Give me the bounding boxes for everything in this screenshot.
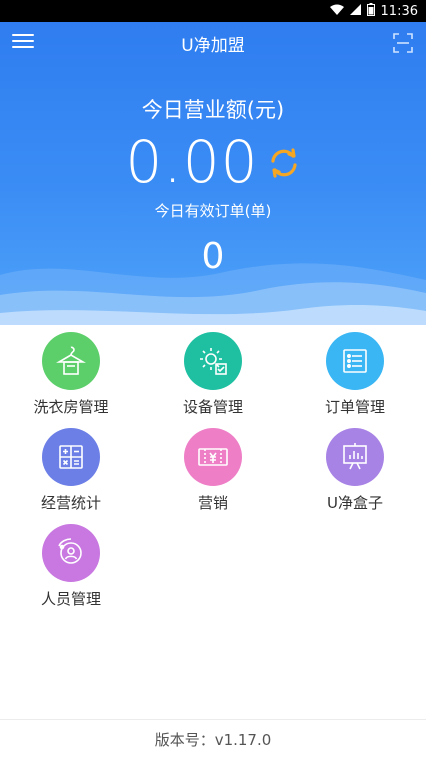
status-time: 11:36 [380,3,418,19]
scan-icon[interactable] [393,33,413,53]
menu-icon[interactable] [12,31,34,51]
refresh-icon[interactable] [267,146,301,184]
laundry-management-item[interactable]: 洗衣房管理 [0,325,142,421]
status-bar: 11:36 [0,0,426,22]
version-label: 版本号：v1.17.0 [154,731,272,749]
hanger-icon [42,332,100,390]
device-management-label: 设备管理 [182,398,243,416]
orders-value: 0 [201,236,225,277]
order-list-icon [326,332,384,390]
person-icon [42,524,100,582]
staff-management-item[interactable]: 人员管理 [0,517,142,613]
laundry-management-label: 洗衣房管理 [33,398,109,416]
marketing-item[interactable]: 营销 [142,421,284,517]
business-statistics-label: 经营统计 [40,494,101,512]
app-bar: U净加盟 [0,22,426,64]
calculator-icon [42,428,100,486]
business-statistics-item[interactable]: 经营统计 [0,421,142,517]
summary-header: U净加盟 今日营业额(元) 0.00 今日有效订单(单) 0 [0,22,426,325]
revenue-label: 今日营业额(元) [141,98,285,122]
device-management-item[interactable]: 设备管理 [142,325,284,421]
u-box-item[interactable]: U净盒子 [284,421,426,517]
order-management-label: 订单管理 [324,398,385,416]
u-box-label: U净盒子 [327,494,383,512]
battery-icon [366,3,375,19]
signal-icon [349,4,361,18]
ticket-icon [184,428,242,486]
gear-device-icon [184,332,242,390]
orders-label: 今日有效订单(单) [154,202,272,220]
revenue-row: 0.00 [0,128,426,196]
order-management-item[interactable]: 订单管理 [284,325,426,421]
staff-management-label: 人员管理 [40,590,101,608]
wifi-icon [329,4,344,18]
marketing-label: 营销 [197,494,228,512]
revenue-value: 0.00 [125,128,259,196]
footer-divider [0,719,426,720]
chart-board-icon [326,428,384,486]
app-title: U净加盟 [181,35,245,56]
